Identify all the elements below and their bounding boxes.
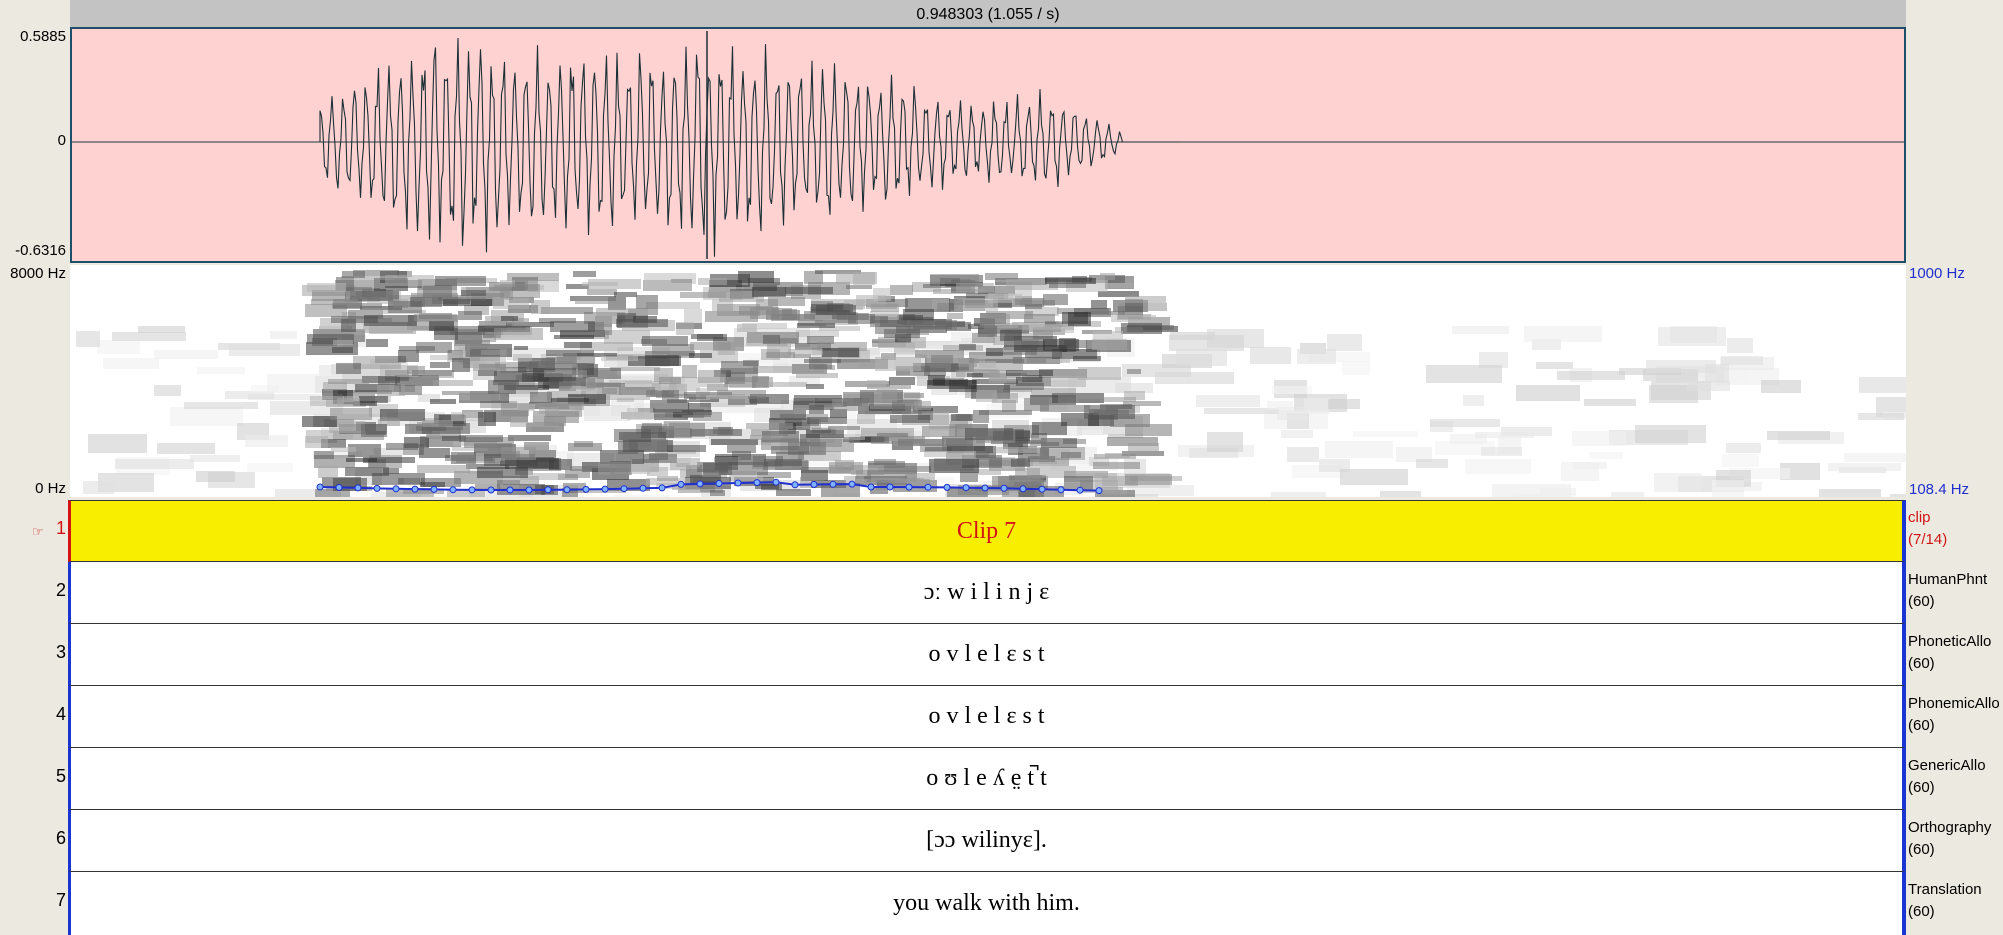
tier-label-phoneticallo: PhoneticAllo (60) <box>1908 631 2003 675</box>
tier-number: 6 <box>55 828 66 848</box>
tier-row-phonemicallo[interactable]: o v l e l ɛ s t <box>68 686 1906 748</box>
tier-text: ɔː w i l i n j ɛ <box>923 579 1050 605</box>
spectrogram-plot <box>76 270 1906 497</box>
tier-label-orthography: Orthography (60) <box>1908 817 2003 861</box>
waveform-zero-label: 0 <box>57 132 66 149</box>
tier-text: o ʊ l e ʎ e̤ t̚ t <box>926 765 1047 791</box>
tier-label-humanphnt: HumanPhnt (60) <box>1908 569 2003 613</box>
tier-label-clip: clip (7/14) <box>1908 507 2003 551</box>
tier-name: HumanPhnt <box>1908 571 1988 588</box>
tier-count: (60) <box>1908 593 1935 610</box>
spectrogram-max-frequency-label: 8000 Hz <box>10 265 66 282</box>
tier-row-humanphnt[interactable]: ɔː w i l i n j ɛ <box>68 562 1906 624</box>
tier-name: clip <box>1908 509 1931 526</box>
tier-count: (7/14) <box>1908 531 1948 548</box>
tier-row-phoneticallo[interactable]: o v l e l ɛ s t <box>68 624 1906 686</box>
tier-label-phonemicallo: PhonemicAllo (60) <box>1908 693 2003 737</box>
time-readout: 0.948303 (1.055 / s) <box>916 6 1060 23</box>
time-readout-bar: 0.948303 (1.055 / s) <box>70 0 1906 28</box>
tier-name: PhonemicAllo <box>1908 695 2000 712</box>
tier-row-translation[interactable]: you walk with him. <box>68 872 1906 935</box>
tier-number: 7 <box>55 890 66 910</box>
tier-label-translation: Translation (60) <box>1908 879 2003 923</box>
tier-row-clip[interactable]: Clip 7 <box>68 500 1906 562</box>
tier-count: (60) <box>1908 903 1935 920</box>
tier-count: (60) <box>1908 779 1935 796</box>
tier-number: 3 <box>55 642 66 662</box>
spectrogram-min-frequency-label: 0 Hz <box>35 480 66 497</box>
tier-number: 4 <box>55 704 66 724</box>
waveform-plot <box>72 31 1904 259</box>
tier-name: GenericAllo <box>1908 757 1986 774</box>
tier-text: Clip 7 <box>956 517 1017 544</box>
waveform-min-label: -0.6316 <box>15 242 66 259</box>
tier-count: (60) <box>1908 717 1935 734</box>
tier-name: PhoneticAllo <box>1908 633 1992 650</box>
tier-text: you walk with him. <box>893 890 1080 916</box>
tier-number: 1 <box>55 518 66 538</box>
tier-name: Translation <box>1908 881 1982 898</box>
tier-count: (60) <box>1908 841 1935 858</box>
tier-number: 2 <box>55 580 66 600</box>
tier-row-genericallo[interactable]: o ʊ l e ʎ e̤ t̚ t <box>68 748 1906 810</box>
tier-name: Orthography <box>1908 819 1992 836</box>
waveform-max-label: 0.5885 <box>20 28 66 45</box>
tier-count: (60) <box>1908 655 1935 672</box>
tier-label-genericallo: GenericAllo (60) <box>1908 755 2003 799</box>
tier-text: o v l e l ɛ s t <box>928 703 1045 729</box>
tier-text: o v l e l ɛ s t <box>928 641 1045 667</box>
tier-number: 5 <box>55 766 66 786</box>
spectrogram-panel[interactable] <box>70 265 1906 497</box>
tier-text: [ɔɔ wilinyɛ]. <box>926 827 1047 853</box>
pitch-min-label: 108.4 Hz <box>1909 481 1970 498</box>
waveform-panel[interactable] <box>70 27 1906 263</box>
pitch-max-label: 1000 Hz <box>1909 265 1965 282</box>
tier-row-orthography[interactable]: [ɔɔ wilinyɛ]. <box>68 810 1906 872</box>
